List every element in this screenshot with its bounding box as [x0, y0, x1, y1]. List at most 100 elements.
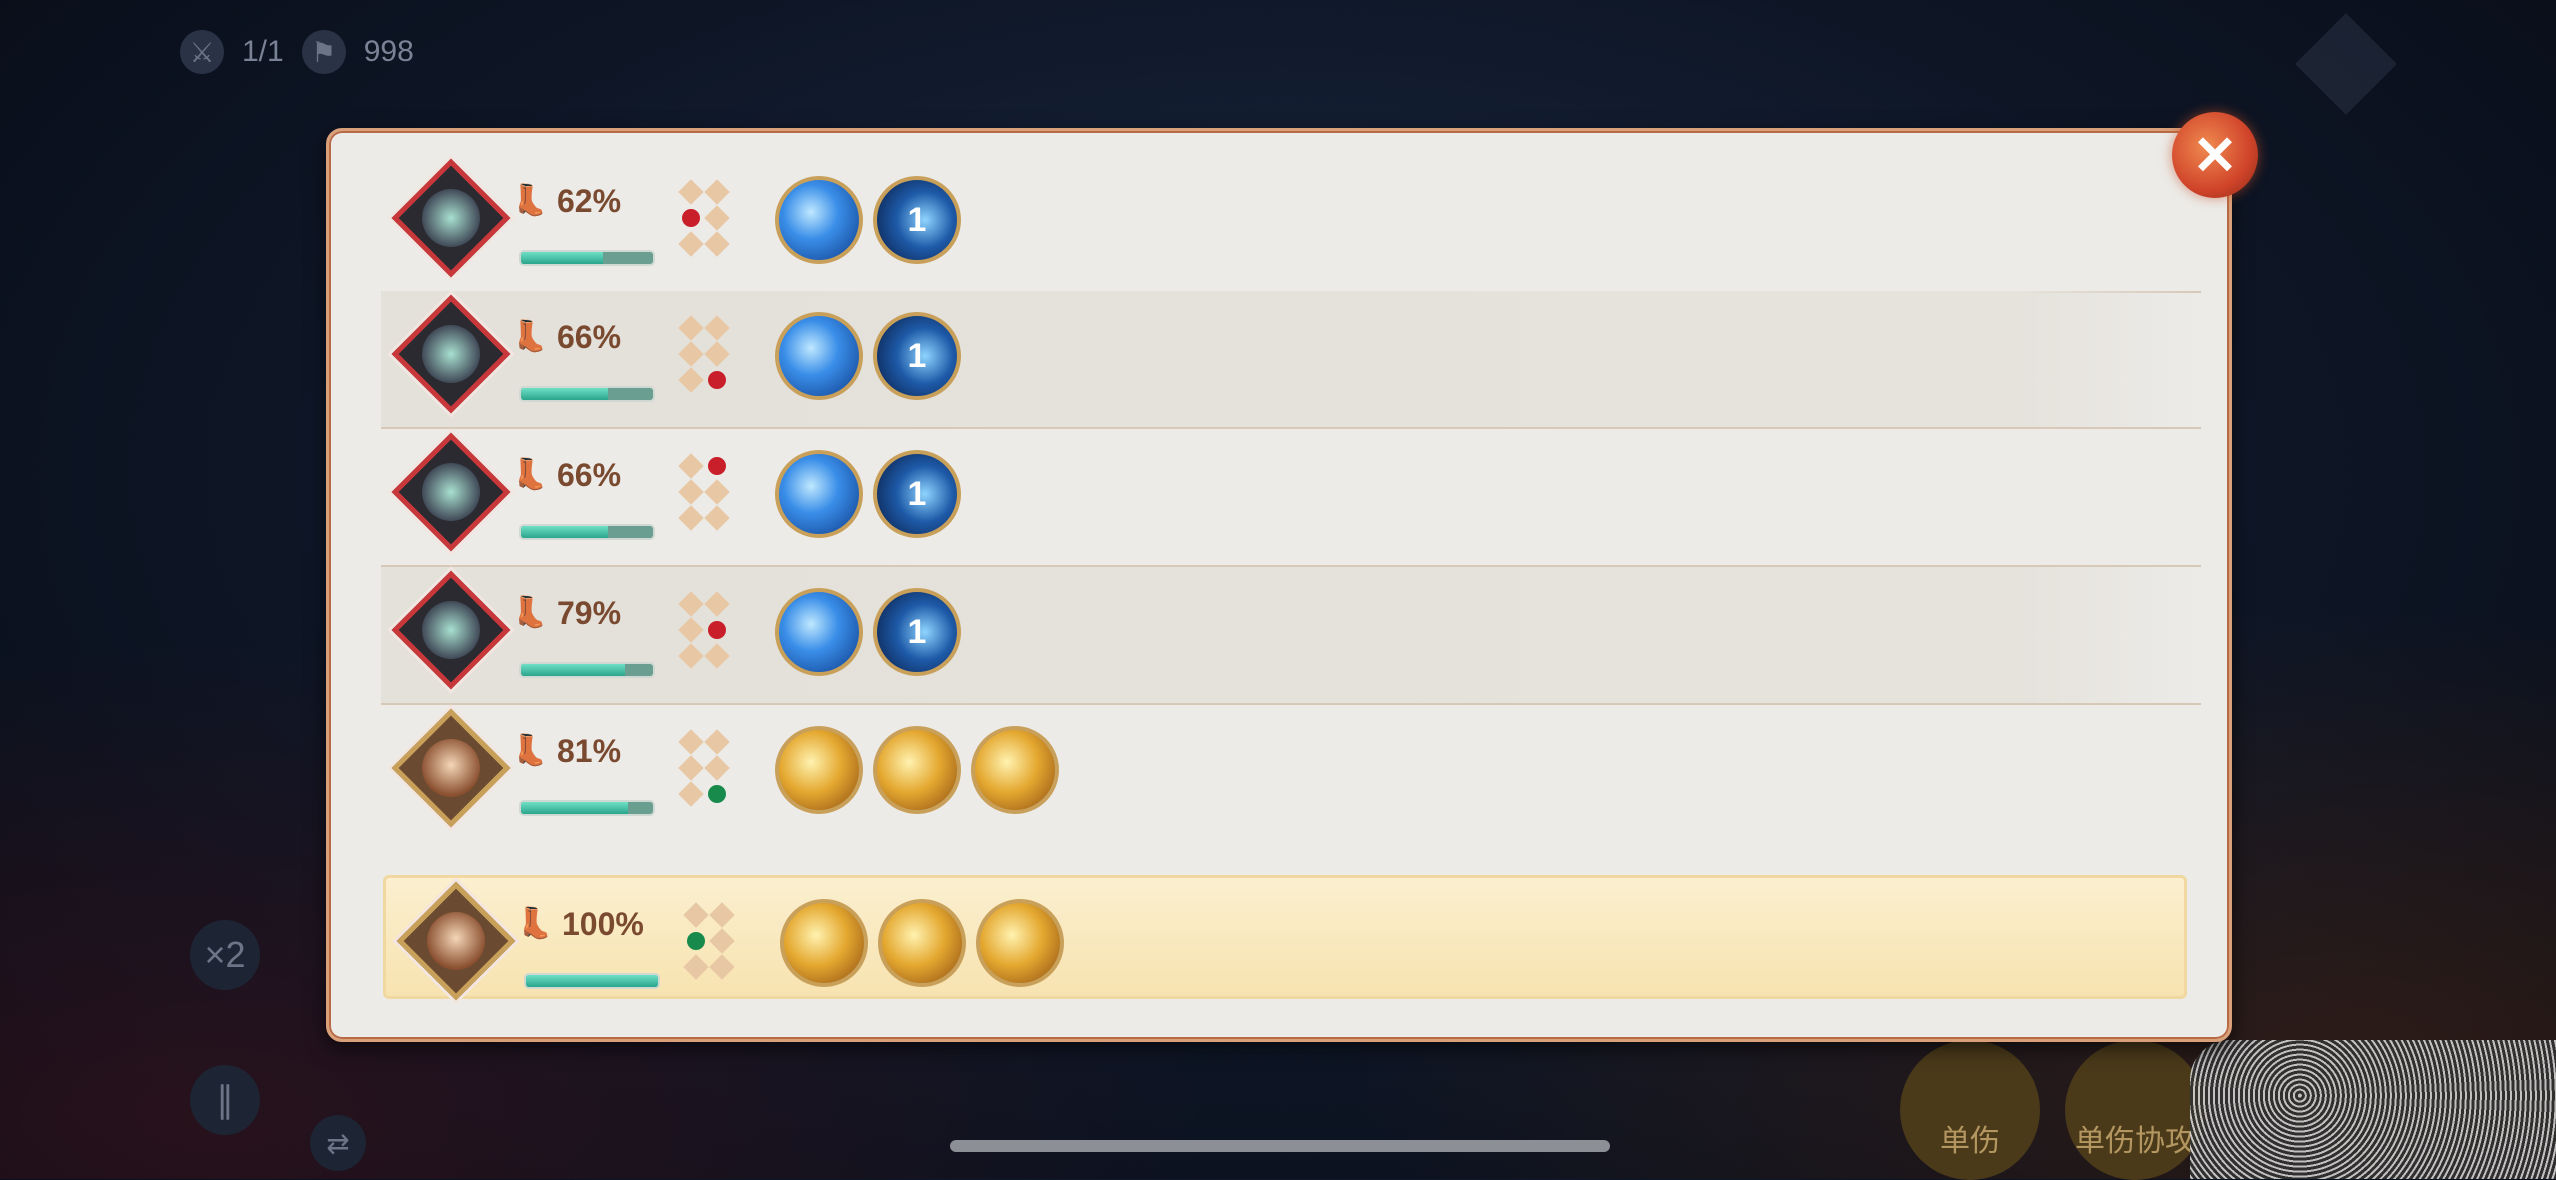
position-dot	[704, 755, 730, 781]
speed-percentage: 62%	[557, 183, 622, 219]
turn-order-row: 👢 66% 1	[381, 291, 2201, 428]
red-haired-hero-portrait[interactable]	[391, 708, 511, 828]
position-dot	[683, 954, 709, 980]
crossed-swords-icon: ⚔	[180, 30, 224, 74]
hooded-creature-portrait[interactable]	[391, 294, 511, 414]
noise-overlay	[2190, 1040, 2556, 1179]
gold-orb-skill-icon[interactable]	[780, 899, 868, 987]
speed-bar	[526, 975, 658, 987]
position-dot	[704, 643, 730, 669]
position-dot	[678, 755, 704, 781]
dark-haired-hero-portrait[interactable]	[396, 881, 516, 1001]
skill-button-1-label: 单伤	[1940, 1125, 2000, 1158]
home-indicator	[950, 1140, 1610, 1152]
position-grid	[683, 902, 735, 984]
speed-multiplier-label: ×2	[204, 934, 246, 975]
position-dot	[709, 954, 735, 980]
position-dot	[678, 231, 704, 257]
position-grid	[678, 179, 730, 261]
skill-button-1[interactable]: 单伤	[1900, 1040, 2040, 1180]
blue-swirl-skill-icon[interactable]: 1	[873, 588, 961, 676]
position-dot	[704, 505, 730, 531]
turn-order-row: 👢 81%	[381, 705, 2201, 842]
speed-bar-fill	[526, 975, 658, 987]
position-dot-active	[708, 457, 726, 475]
speed-multiplier-button[interactable]: ×2	[190, 920, 260, 990]
speed-bar	[521, 252, 653, 264]
boot-icon: 👢	[511, 734, 549, 767]
boot-icon: 👢	[511, 320, 549, 353]
switch-button[interactable]: ⇄	[310, 1115, 366, 1171]
pause-button[interactable]: ∥	[190, 1065, 260, 1135]
speed-bar	[521, 388, 653, 400]
speed-percentage: 66%	[557, 457, 622, 493]
boot-icon: 👢	[516, 907, 554, 940]
position-dot	[678, 179, 704, 205]
blue-swirl-skill-icon[interactable]: 1	[873, 176, 961, 264]
position-dot	[704, 205, 730, 231]
speed-bar	[521, 664, 653, 676]
gold-claw-skill-icon[interactable]	[775, 726, 863, 814]
close-icon: ✕	[2192, 125, 2238, 186]
position-dot	[683, 902, 709, 928]
hooded-robot-portrait[interactable]	[391, 158, 511, 278]
portrait-face	[422, 325, 480, 383]
gold-feather-skill-icon[interactable]	[878, 899, 966, 987]
flag-icon: ⚑	[301, 30, 346, 74]
blue-slash-skill-icon[interactable]	[775, 176, 863, 264]
round-counter: 1/1	[242, 35, 284, 68]
skill-button-2[interactable]: 单伤协攻	[2065, 1040, 2205, 1180]
speed-percentage: 100%	[562, 906, 644, 942]
hooded-creature-portrait[interactable]	[391, 432, 511, 552]
position-dot	[678, 591, 704, 617]
pause-icon: ∥	[216, 1079, 234, 1120]
boot-icon: 👢	[511, 184, 549, 217]
position-grid	[678, 729, 730, 811]
position-dot	[704, 179, 730, 205]
blue-swirl-skill-icon[interactable]: 1	[873, 450, 961, 538]
boot-icon: 👢	[511, 596, 549, 629]
position-grid	[678, 591, 730, 673]
speed-bar-fill	[521, 664, 626, 676]
gold-warrior-skill-icon[interactable]	[873, 726, 961, 814]
boot-icon: 👢	[511, 458, 549, 491]
speed-percentage: 81%	[557, 733, 622, 769]
gold-flame-skill-icon[interactable]	[971, 726, 1059, 814]
position-dot	[704, 315, 730, 341]
flag-count: 998	[363, 35, 414, 68]
speed-bar-fill	[521, 388, 609, 400]
position-dot	[704, 341, 730, 367]
position-dot	[678, 505, 704, 531]
white-beast-portrait[interactable]	[391, 570, 511, 690]
position-dot-active	[687, 932, 705, 950]
portrait-face	[422, 601, 480, 659]
speed-percentage: 79%	[557, 595, 622, 631]
blue-slash-skill-icon[interactable]	[775, 450, 863, 538]
position-dot-active	[682, 209, 700, 227]
portrait-face	[422, 463, 480, 521]
blue-arrow-skill-icon[interactable]	[775, 588, 863, 676]
position-dot	[678, 315, 704, 341]
gold-spark-skill-icon[interactable]	[976, 899, 1064, 987]
position-grid	[678, 315, 730, 397]
position-dot	[704, 591, 730, 617]
position-dot	[678, 617, 704, 643]
blue-swirl-skill-icon[interactable]: 1	[873, 312, 961, 400]
portrait-face	[427, 912, 485, 970]
speed-bar	[521, 526, 653, 538]
position-dot-active	[708, 785, 726, 803]
blue-slash-skill-icon[interactable]	[775, 312, 863, 400]
portrait-face	[422, 739, 480, 797]
position-dot	[678, 643, 704, 669]
position-dot	[678, 729, 704, 755]
close-button[interactable]: ✕	[2172, 112, 2258, 198]
position-dot	[709, 902, 735, 928]
position-dot	[678, 367, 704, 393]
swap-arrows-icon: ⇄	[326, 1127, 350, 1159]
speed-percentage: 66%	[557, 319, 622, 355]
speed-bar-fill	[521, 802, 628, 814]
position-dot	[678, 453, 704, 479]
speed-bar	[521, 802, 653, 814]
position-dot	[678, 341, 704, 367]
position-dot	[704, 729, 730, 755]
